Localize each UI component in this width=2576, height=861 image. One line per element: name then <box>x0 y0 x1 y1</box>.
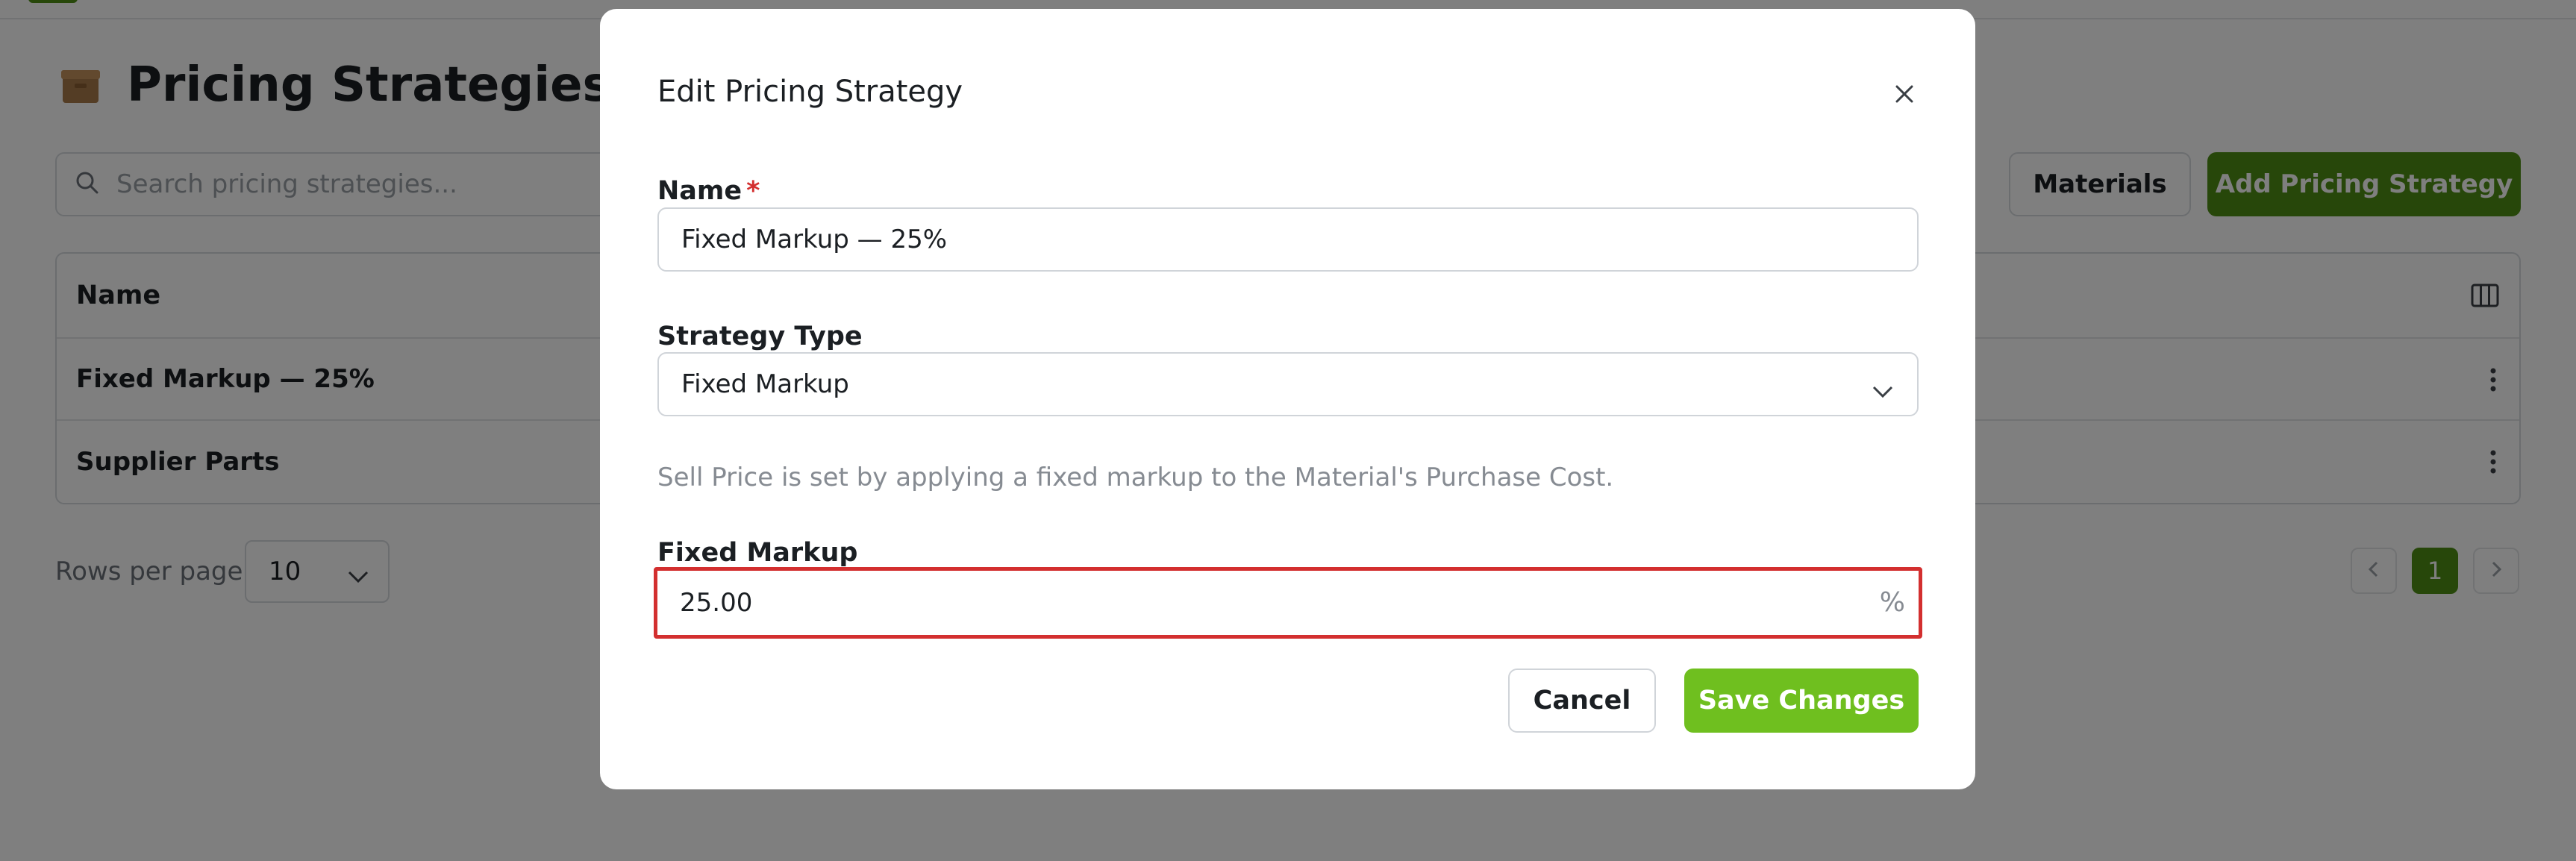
chevron-down-icon <box>1871 377 1895 398</box>
fixed-markup-input[interactable]: 25.00 % <box>654 567 1922 639</box>
strategy-help-text: Sell Price is set by applying a fixed ma… <box>657 463 1614 492</box>
save-changes-button[interactable]: Save Changes <box>1684 669 1919 733</box>
close-icon[interactable] <box>1894 84 1915 104</box>
strategy-type-value: Fixed Markup <box>681 369 849 399</box>
name-field-value: Fixed Markup — 25% <box>681 225 948 254</box>
edit-pricing-strategy-dialog: Edit Pricing Strategy Name * Fixed Markup… <box>600 9 1975 789</box>
dialog-title: Edit Pricing Strategy <box>657 75 963 109</box>
name-label-text: Name <box>657 176 743 206</box>
percent-suffix: % <box>1879 587 1905 618</box>
name-label: Name * <box>657 176 760 206</box>
cancel-button[interactable]: Cancel <box>1508 669 1656 733</box>
required-mark: * <box>746 176 760 206</box>
name-field[interactable]: Fixed Markup — 25% <box>657 207 1919 272</box>
fixed-markup-label: Fixed Markup <box>657 538 858 568</box>
fixed-markup-value: 25.00 <box>680 588 753 618</box>
strategy-type-label: Strategy Type <box>657 322 863 351</box>
strategy-type-select[interactable]: Fixed Markup <box>657 352 1919 416</box>
